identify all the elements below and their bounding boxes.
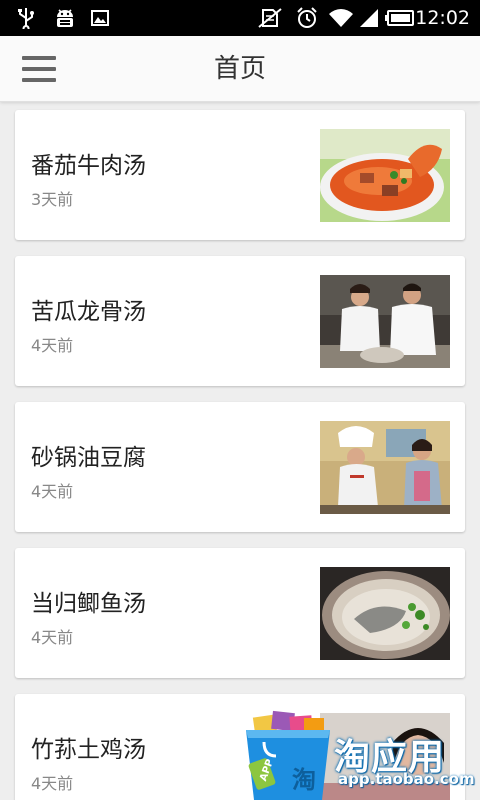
shopping-bag-icon: APP 淘 <box>244 708 332 800</box>
wifi-icon <box>328 6 354 30</box>
page-title: 首页 <box>213 54 266 84</box>
no-sim-icon <box>256 6 284 30</box>
angelica-crucian-carp-soup-image <box>320 567 450 660</box>
recipe-card[interactable]: 番茄牛肉汤 3天前 <box>15 110 465 240</box>
gallery-icon <box>90 6 110 30</box>
hamburger-menu-icon[interactable] <box>18 50 60 88</box>
battery-icon <box>384 6 416 30</box>
recipe-time: 4天前 <box>31 336 74 355</box>
android-debug-icon <box>52 6 78 30</box>
recipe-title: 番茄牛肉汤 <box>31 153 146 179</box>
app-bar: 首页 <box>0 36 480 102</box>
status-bar: 12:02 <box>0 0 480 36</box>
recipe-title: 竹荪土鸡汤 <box>31 737 146 763</box>
recipe-time: 4天前 <box>31 774 74 793</box>
status-time: 12:02 <box>415 7 470 29</box>
clay-pot-tofu-image <box>320 421 450 514</box>
recipe-title: 砂锅油豆腐 <box>31 445 146 471</box>
tomato-beef-soup-image <box>320 129 450 222</box>
recipe-title: 苦瓜龙骨汤 <box>31 299 146 325</box>
alarm-icon <box>294 6 320 30</box>
recipe-title: 当归鲫鱼汤 <box>31 591 146 617</box>
usb-icon <box>14 6 38 30</box>
bag-logo-text: 淘 <box>292 766 316 794</box>
recipe-time: 4天前 <box>31 628 74 647</box>
taobao-app-promo[interactable]: APP 淘 淘应用 app.taobao.com <box>242 704 480 800</box>
recipe-time: 4天前 <box>31 482 74 501</box>
recipe-time: 3天前 <box>31 190 74 209</box>
recipe-card[interactable]: 苦瓜龙骨汤 4天前 <box>15 256 465 386</box>
recipe-card[interactable]: 砂锅油豆腐 4天前 <box>15 402 465 532</box>
signal-icon <box>356 6 380 30</box>
promo-url: app.taobao.com <box>338 770 475 788</box>
recipe-card[interactable]: 当归鲫鱼汤 4天前 <box>15 548 465 678</box>
bitter-melon-pork-bone-soup-image <box>320 275 450 368</box>
